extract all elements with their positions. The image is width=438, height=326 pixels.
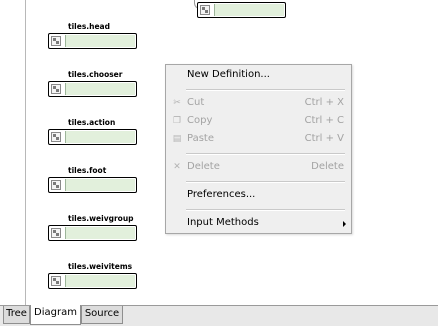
menu-item-shortcut: Ctrl + V bbox=[304, 133, 344, 144]
tab-diagram[interactable]: Diagram bbox=[30, 305, 81, 325]
image-placeholder-icon bbox=[51, 276, 61, 286]
image-placeholder-icon bbox=[51, 180, 61, 190]
menu-separator bbox=[186, 89, 345, 91]
tab-tree[interactable]: Tree bbox=[3, 306, 30, 324]
node-label-tiles-head: tiles.head bbox=[68, 22, 110, 31]
editor-tab-bar: Tree Diagram Source bbox=[0, 305, 438, 326]
paste-icon: ▤ bbox=[172, 134, 182, 144]
image-placeholder-icon bbox=[51, 36, 61, 46]
node-label-tiles-weivitems: tiles.weivitems bbox=[68, 262, 133, 271]
node-label-tiles-foot: tiles.foot bbox=[68, 166, 107, 175]
menu-separator bbox=[186, 209, 345, 211]
node-label-tiles-action: tiles.action bbox=[68, 118, 116, 127]
menu-item-shortcut: Ctrl + X bbox=[304, 97, 344, 108]
image-placeholder-icon bbox=[51, 228, 61, 238]
menu-item-new-definition[interactable]: New Definition... bbox=[166, 66, 351, 84]
menu-item-label: Copy bbox=[187, 115, 213, 126]
menu-item-delete[interactable]: ✕ Delete Delete bbox=[166, 158, 351, 176]
scissors-icon: ✂ bbox=[173, 98, 181, 108]
menu-item-label: Preferences... bbox=[187, 189, 256, 200]
image-placeholder-icon bbox=[51, 84, 61, 94]
menu-item-shortcut: Ctrl + C bbox=[304, 115, 344, 126]
node-field[interactable] bbox=[214, 4, 284, 16]
node-box-tiles-head[interactable] bbox=[48, 33, 137, 49]
node-box-top[interactable] bbox=[197, 2, 286, 18]
node-box-tiles-foot[interactable] bbox=[48, 177, 137, 193]
left-rail bbox=[0, 0, 26, 305]
delete-x-icon: ✕ bbox=[173, 162, 181, 172]
menu-item-copy[interactable]: ❐ Copy Ctrl + C bbox=[166, 112, 351, 130]
menu-item-label: Input Methods bbox=[187, 217, 259, 228]
image-placeholder-icon bbox=[51, 132, 61, 142]
node-box-tiles-chooser[interactable] bbox=[48, 81, 137, 97]
copy-icon: ❐ bbox=[172, 116, 182, 126]
menu-item-paste[interactable]: ▤ Paste Ctrl + V bbox=[166, 130, 351, 148]
node-field[interactable] bbox=[65, 35, 135, 47]
tab-source[interactable]: Source bbox=[81, 306, 123, 324]
menu-item-cut[interactable]: ✂ Cut Ctrl + X bbox=[166, 94, 351, 112]
node-box-tiles-weivgroup[interactable] bbox=[48, 225, 137, 241]
node-label-tiles-weivgroup: tiles.weivgroup bbox=[68, 214, 134, 223]
menu-item-label: Delete bbox=[187, 161, 220, 172]
context-menu: New Definition... ✂ Cut Ctrl + X ❐ Copy … bbox=[165, 64, 352, 234]
menu-item-shortcut: Delete bbox=[311, 161, 344, 172]
node-label-tiles-chooser: tiles.chooser bbox=[68, 70, 123, 79]
node-box-tiles-action[interactable] bbox=[48, 129, 137, 145]
node-field[interactable] bbox=[65, 131, 135, 143]
node-field[interactable] bbox=[65, 179, 135, 191]
menu-item-label: Cut bbox=[187, 97, 205, 108]
node-field[interactable] bbox=[65, 227, 135, 239]
menu-separator bbox=[186, 181, 345, 183]
submenu-arrow-icon bbox=[343, 221, 346, 227]
node-field[interactable] bbox=[65, 275, 135, 287]
menu-item-input-methods[interactable]: Input Methods bbox=[166, 214, 351, 232]
image-placeholder-icon bbox=[200, 5, 210, 15]
menu-item-preferences[interactable]: Preferences... bbox=[166, 186, 351, 204]
menu-item-label: Paste bbox=[187, 133, 214, 144]
node-field[interactable] bbox=[65, 83, 135, 95]
menu-separator bbox=[186, 153, 345, 155]
menu-item-label: New Definition... bbox=[187, 69, 270, 80]
node-box-tiles-weivitems[interactable] bbox=[48, 273, 137, 289]
